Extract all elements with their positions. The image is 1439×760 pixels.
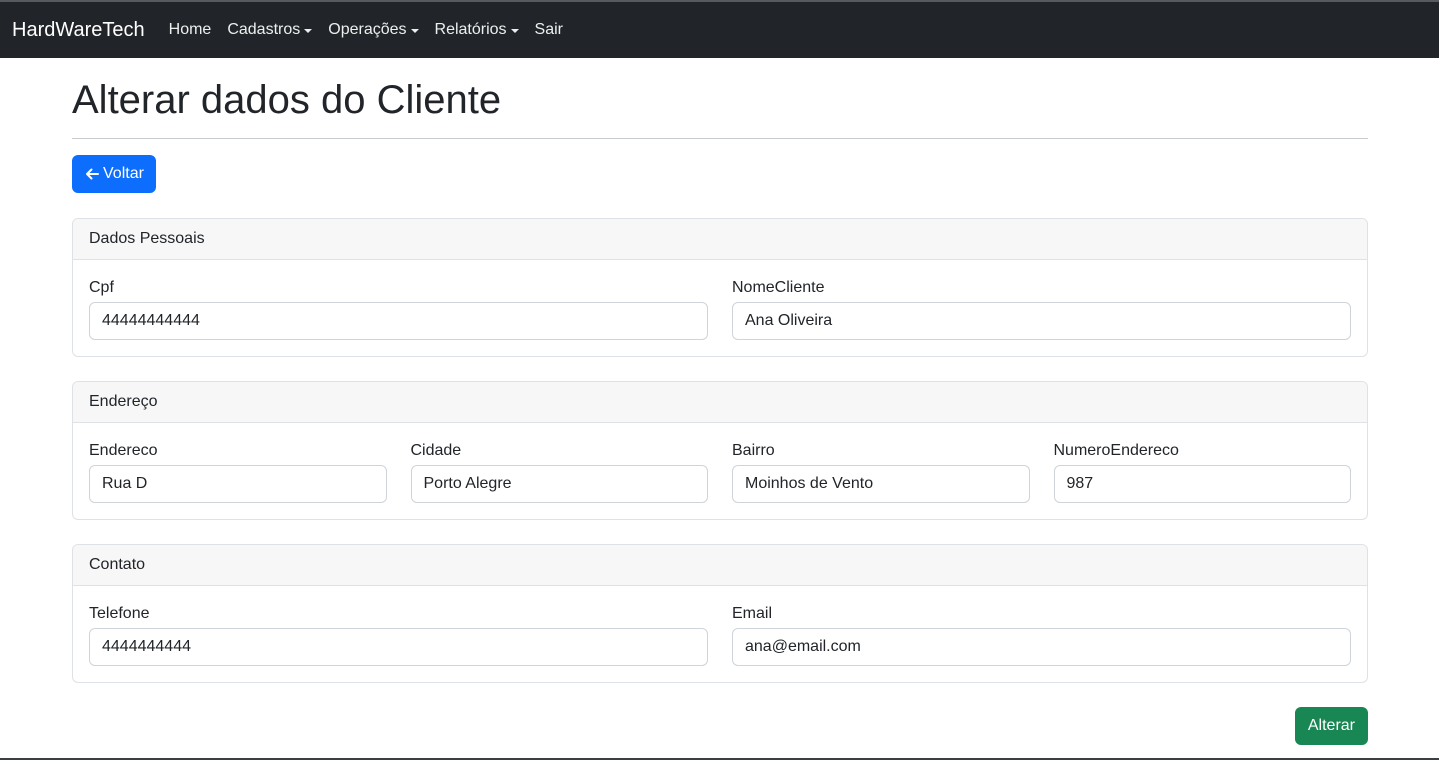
cpf-label: Cpf bbox=[89, 279, 114, 296]
endereco-input[interactable] bbox=[89, 465, 387, 503]
numero-endereco-input[interactable] bbox=[1053, 465, 1351, 503]
address-body: Endereco Cidade Bairro NumeroEndereco bbox=[73, 423, 1367, 519]
top-navbar: HardWareTech Home Cadastros Operações Re… bbox=[0, 0, 1439, 58]
back-button[interactable]: Voltar bbox=[72, 155, 156, 193]
bairro-group: Bairro bbox=[732, 441, 1030, 503]
back-button-label: Voltar bbox=[103, 165, 144, 182]
nav-sair[interactable]: Sair bbox=[535, 21, 563, 39]
page-title: Alterar dados do Cliente bbox=[72, 78, 502, 122]
contact-header: Contato bbox=[73, 545, 1367, 586]
email-group: Email bbox=[732, 604, 1351, 666]
nome-cliente-group: NomeCliente bbox=[732, 278, 1351, 340]
nome-cliente-label: NomeCliente bbox=[732, 279, 825, 296]
endereco-label: Endereco bbox=[89, 442, 158, 459]
personal-data-header: Dados Pessoais bbox=[73, 219, 1367, 260]
nome-cliente-input[interactable] bbox=[732, 302, 1351, 340]
bairro-input[interactable] bbox=[732, 465, 1030, 503]
form-actions: Alterar bbox=[72, 707, 1368, 745]
telefone-group: Telefone bbox=[89, 604, 708, 666]
nav-operacoes-label: Operações bbox=[328, 21, 407, 38]
endereco-group: Endereco bbox=[89, 441, 387, 503]
email-label: Email bbox=[732, 605, 773, 622]
alterar-button[interactable]: Alterar bbox=[1294, 707, 1368, 745]
cidade-group: Cidade bbox=[410, 441, 708, 503]
nav-cadastros-dropdown[interactable]: Cadastros bbox=[227, 21, 313, 39]
address-header: Endereço bbox=[73, 382, 1367, 423]
caret-down-icon bbox=[510, 29, 519, 33]
caret-down-icon bbox=[410, 29, 419, 33]
personal-data-card: Dados Pessoais Cpf NomeCliente bbox=[72, 218, 1368, 357]
address-card: Endereço Endereco Cidade Bairro NumeroEn… bbox=[72, 381, 1368, 520]
contact-body: Telefone Email bbox=[73, 586, 1367, 682]
nav-sair-label: Sair bbox=[534, 21, 563, 38]
main-container: Alterar dados do Cliente Voltar Dados Pe… bbox=[72, 58, 1368, 745]
title-divider bbox=[72, 138, 1368, 139]
email-input[interactable] bbox=[732, 628, 1351, 666]
cpf-input[interactable] bbox=[89, 302, 708, 340]
nav-cadastros-label: Cadastros bbox=[227, 21, 301, 38]
cidade-input[interactable] bbox=[410, 465, 708, 503]
numero-endereco-group: NumeroEndereco bbox=[1053, 441, 1351, 503]
telefone-label: Telefone bbox=[89, 605, 150, 622]
nav-home[interactable]: Home bbox=[169, 21, 212, 39]
contact-card: Contato Telefone Email bbox=[72, 544, 1368, 683]
brand-logo[interactable]: HardWareTech bbox=[12, 19, 145, 42]
cidade-label: Cidade bbox=[410, 442, 462, 459]
personal-data-body: Cpf NomeCliente bbox=[73, 260, 1367, 356]
nav-home-label: Home bbox=[168, 21, 212, 38]
cpf-group: Cpf bbox=[89, 278, 708, 340]
numero-endereco-label: NumeroEndereco bbox=[1053, 442, 1179, 459]
caret-down-icon bbox=[304, 29, 313, 33]
nav-operacoes-dropdown[interactable]: Operações bbox=[328, 21, 419, 39]
bairro-label: Bairro bbox=[732, 442, 775, 459]
arrow-left-icon bbox=[86, 168, 99, 180]
nav-relatorios-dropdown[interactable]: Relatórios bbox=[435, 21, 519, 39]
nav-relatorios-label: Relatórios bbox=[434, 21, 507, 38]
telefone-input[interactable] bbox=[89, 628, 708, 666]
